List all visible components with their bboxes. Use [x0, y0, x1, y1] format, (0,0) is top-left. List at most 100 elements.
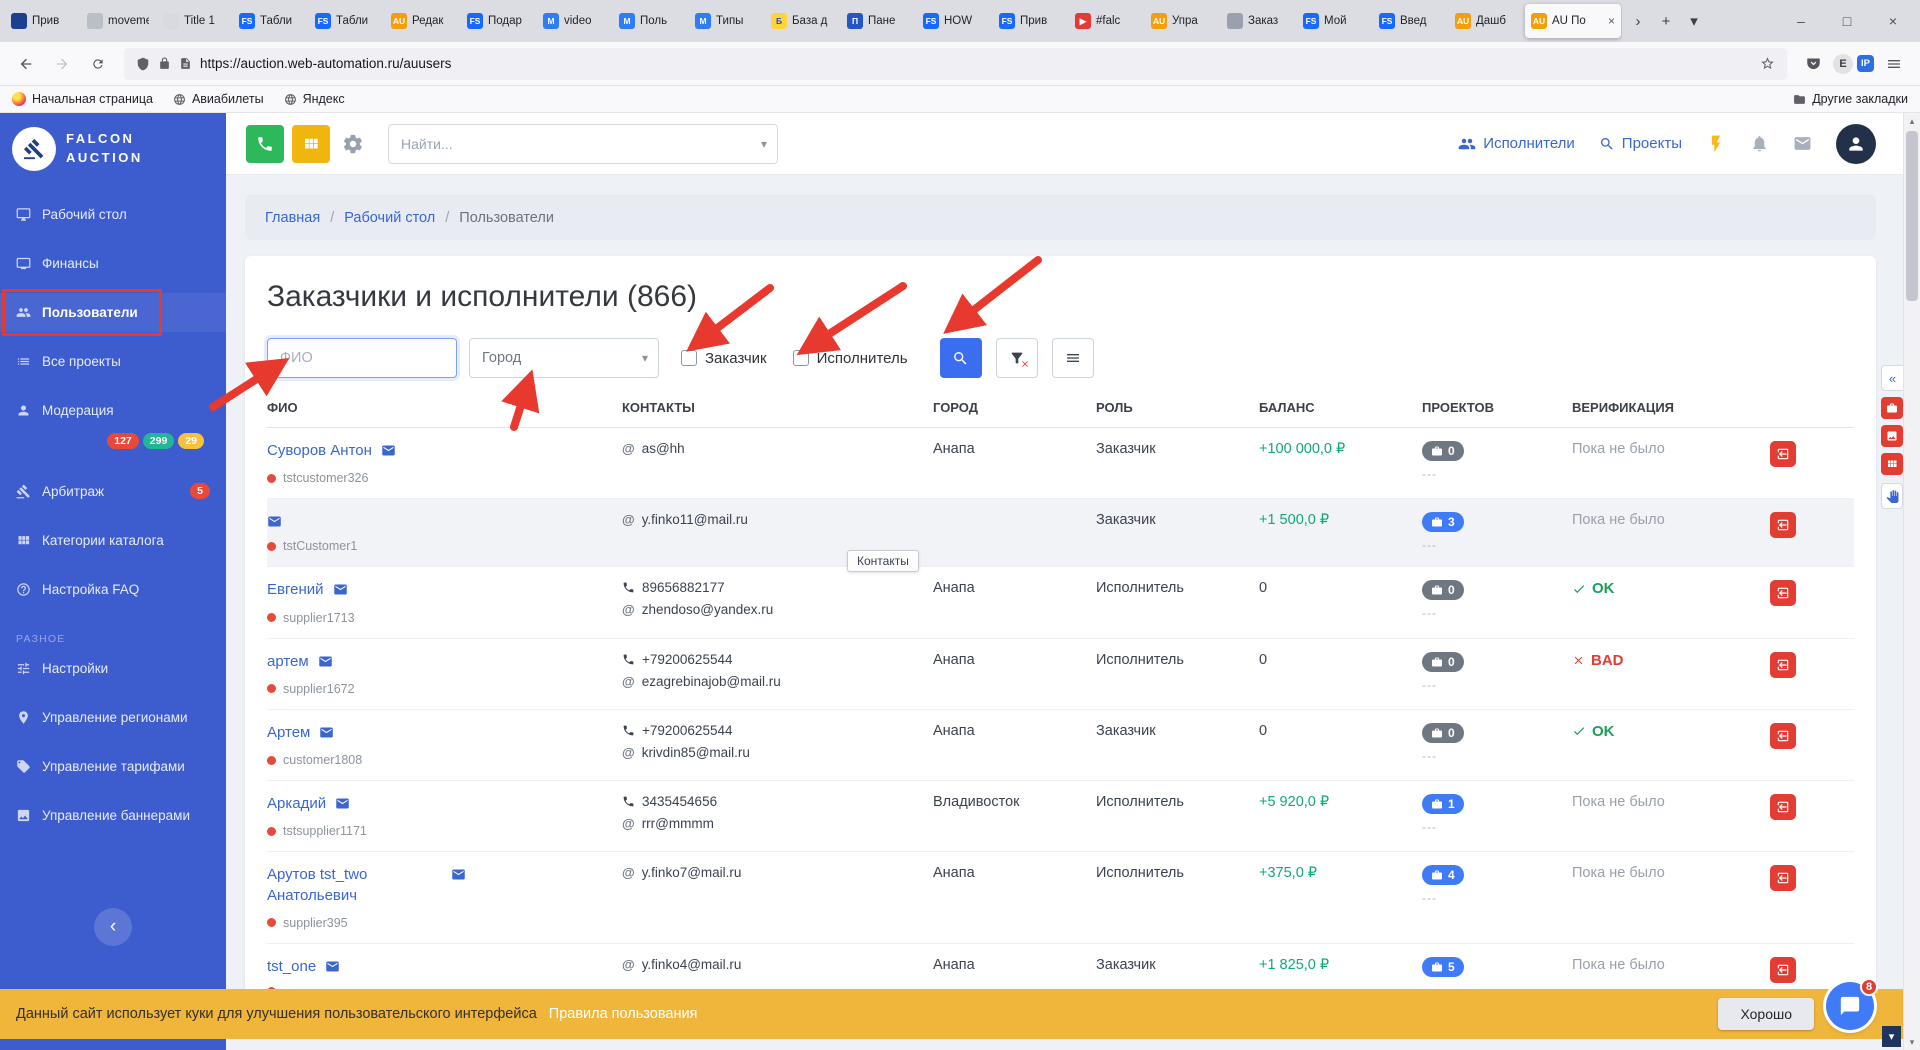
browser-tab[interactable]: M Типы: [689, 4, 763, 38]
browser-tab[interactable]: FS Прив: [993, 4, 1067, 38]
breadcrumb-desktop[interactable]: Рабочий стол: [344, 210, 435, 226]
envelope-icon[interactable]: [451, 867, 466, 882]
login-as-user-button[interactable]: [1770, 865, 1796, 892]
browser-tab[interactable]: M Поль: [613, 4, 687, 38]
checkbox-box[interactable]: [792, 350, 809, 366]
pan-tool-button[interactable]: [1881, 483, 1903, 509]
cookie-rules-link[interactable]: Правила пользования: [549, 1006, 698, 1022]
user-name-link[interactable]: Суворов Антон: [267, 441, 372, 461]
chevron-down-icon[interactable]: ▾: [761, 137, 767, 151]
user-name-link[interactable]: артем: [267, 652, 309, 672]
browser-tab[interactable]: ▶ #falc: [1069, 4, 1143, 38]
sidebar-collapse-button[interactable]: ‹: [94, 908, 132, 946]
envelope-icon[interactable]: [335, 796, 350, 811]
sidebar-item-tv[interactable]: Финансы: [0, 244, 226, 283]
sidebar-item-group[interactable]: Пользователи: [0, 289, 226, 336]
view-options-button[interactable]: [1051, 338, 1094, 378]
back-button[interactable]: [10, 48, 42, 80]
customer-checkbox[interactable]: Заказчик: [681, 350, 767, 367]
breadcrumb-home[interactable]: Главная: [265, 210, 320, 226]
reader-icon[interactable]: [179, 57, 192, 70]
quick-action-2-button[interactable]: [1881, 425, 1903, 447]
city-select[interactable]: Город ▾: [469, 338, 659, 378]
cookie-accept-button[interactable]: Хорошо: [1718, 998, 1814, 1030]
bookmark-item[interactable]: Авиабилеты: [173, 92, 264, 106]
envelope-icon[interactable]: [325, 959, 340, 974]
scrollbar-thumb[interactable]: [1906, 131, 1918, 301]
url-text[interactable]: https://auction.web-automation.ru/auuser…: [200, 56, 1752, 71]
scrollbar-down-arrow[interactable]: ▾: [1904, 1034, 1920, 1050]
shield-icon[interactable]: [136, 57, 150, 71]
login-as-user-button[interactable]: [1770, 580, 1796, 607]
browser-tab[interactable]: П Пане: [841, 4, 915, 38]
browser-tab[interactable]: AU Дашб: [1449, 4, 1523, 38]
checkbox-box[interactable]: [681, 350, 697, 366]
apps-button[interactable]: [292, 124, 330, 163]
nav-projects[interactable]: Проекты: [1599, 135, 1682, 152]
window-minimize-button[interactable]: –: [1778, 0, 1824, 42]
sidebar-item-person[interactable]: Модерация 127 299 29: [0, 391, 226, 461]
scroll-down-widget[interactable]: ▾: [1882, 1026, 1901, 1047]
user-name-link[interactable]: Евгений: [267, 580, 324, 600]
clear-filter-button[interactable]: [995, 338, 1038, 378]
forward-button[interactable]: [46, 48, 78, 80]
chat-widget[interactable]: 8: [1826, 978, 1878, 1030]
fio-input[interactable]: [267, 338, 457, 378]
sidebar-item-pin[interactable]: Управление регионами: [0, 698, 226, 737]
browser-tab[interactable]: FS Табли: [309, 4, 383, 38]
window-maximize-button[interactable]: □: [1824, 0, 1870, 42]
menu-button[interactable]: [1878, 48, 1910, 80]
sidebar-item-grid[interactable]: Категории каталога: [0, 521, 226, 560]
search-button[interactable]: [939, 338, 982, 378]
sidebar-item-gavel[interactable]: Арбитраж 5: [0, 471, 226, 511]
envelope-icon[interactable]: [333, 582, 348, 597]
global-search[interactable]: ▾: [388, 123, 778, 164]
avatar[interactable]: [1836, 123, 1876, 164]
bell-icon[interactable]: [1750, 134, 1769, 153]
browser-tab[interactable]: AU Редак: [385, 4, 459, 38]
sidebar-item-tag[interactable]: Управление тарифами: [0, 747, 226, 786]
settings-gears-button[interactable]: [342, 133, 364, 155]
messages-icon[interactable]: [1793, 134, 1812, 153]
user-name-link[interactable]: tst_one: [267, 957, 316, 977]
envelope-icon[interactable]: [267, 514, 282, 529]
global-search-input[interactable]: [401, 135, 761, 152]
extension-ip-icon[interactable]: IP: [1857, 55, 1874, 72]
browser-tab[interactable]: FS Подар: [461, 4, 535, 38]
nav-performers[interactable]: Исполнители: [1458, 135, 1575, 153]
envelope-icon[interactable]: [381, 443, 396, 458]
quick-action-3-button[interactable]: [1881, 453, 1903, 475]
sidebar-item-question[interactable]: Настройка FAQ: [0, 570, 226, 609]
user-name-link[interactable]: Арутов tst_two Анатольевич: [267, 865, 442, 906]
other-bookmarks[interactable]: Другие закладки: [1793, 92, 1908, 106]
envelope-icon[interactable]: [319, 725, 334, 740]
user-name-link[interactable]: Артем: [267, 723, 310, 743]
window-close-button[interactable]: ×: [1870, 0, 1916, 42]
sidebar-item-desktop[interactable]: Рабочий стол: [0, 195, 226, 234]
envelope-icon[interactable]: [318, 654, 333, 669]
sidebar-item-list[interactable]: Все проекты: [0, 342, 226, 381]
lightning-icon[interactable]: [1706, 134, 1726, 154]
address-bar[interactable]: https://auction.web-automation.ru/auuser…: [124, 47, 1788, 80]
quick-action-1-button[interactable]: [1881, 397, 1903, 419]
browser-tab[interactable]: FS Мой: [1297, 4, 1371, 38]
browser-tab[interactable]: Title 1: [157, 4, 231, 38]
new-tab-button[interactable]: +: [1652, 7, 1680, 35]
tab-list-button[interactable]: ▾: [1680, 7, 1708, 35]
panel-collapse-tab[interactable]: «: [1881, 365, 1903, 391]
tab-scroll-right-button[interactable]: ›: [1624, 7, 1652, 35]
browser-tab[interactable]: movemen: [81, 4, 155, 38]
bookmark-item[interactable]: Начальная страница: [12, 92, 153, 106]
login-as-user-button[interactable]: [1770, 512, 1796, 539]
performer-checkbox[interactable]: Исполнитель: [792, 350, 908, 367]
browser-tab[interactable]: FS Табли: [233, 4, 307, 38]
pocket-button[interactable]: [1797, 48, 1829, 80]
browser-tab[interactable]: Заказ: [1221, 4, 1295, 38]
bookmark-star-icon[interactable]: [1760, 56, 1775, 71]
scrollbar-up-arrow[interactable]: ▴: [1904, 113, 1920, 129]
brand[interactable]: FALCON AUCTION: [0, 113, 226, 183]
login-as-user-button[interactable]: [1770, 651, 1796, 678]
bookmark-item[interactable]: Яндекс: [284, 92, 345, 106]
login-as-user-button[interactable]: [1770, 722, 1796, 749]
browser-tab[interactable]: Mvideo: [537, 4, 611, 38]
